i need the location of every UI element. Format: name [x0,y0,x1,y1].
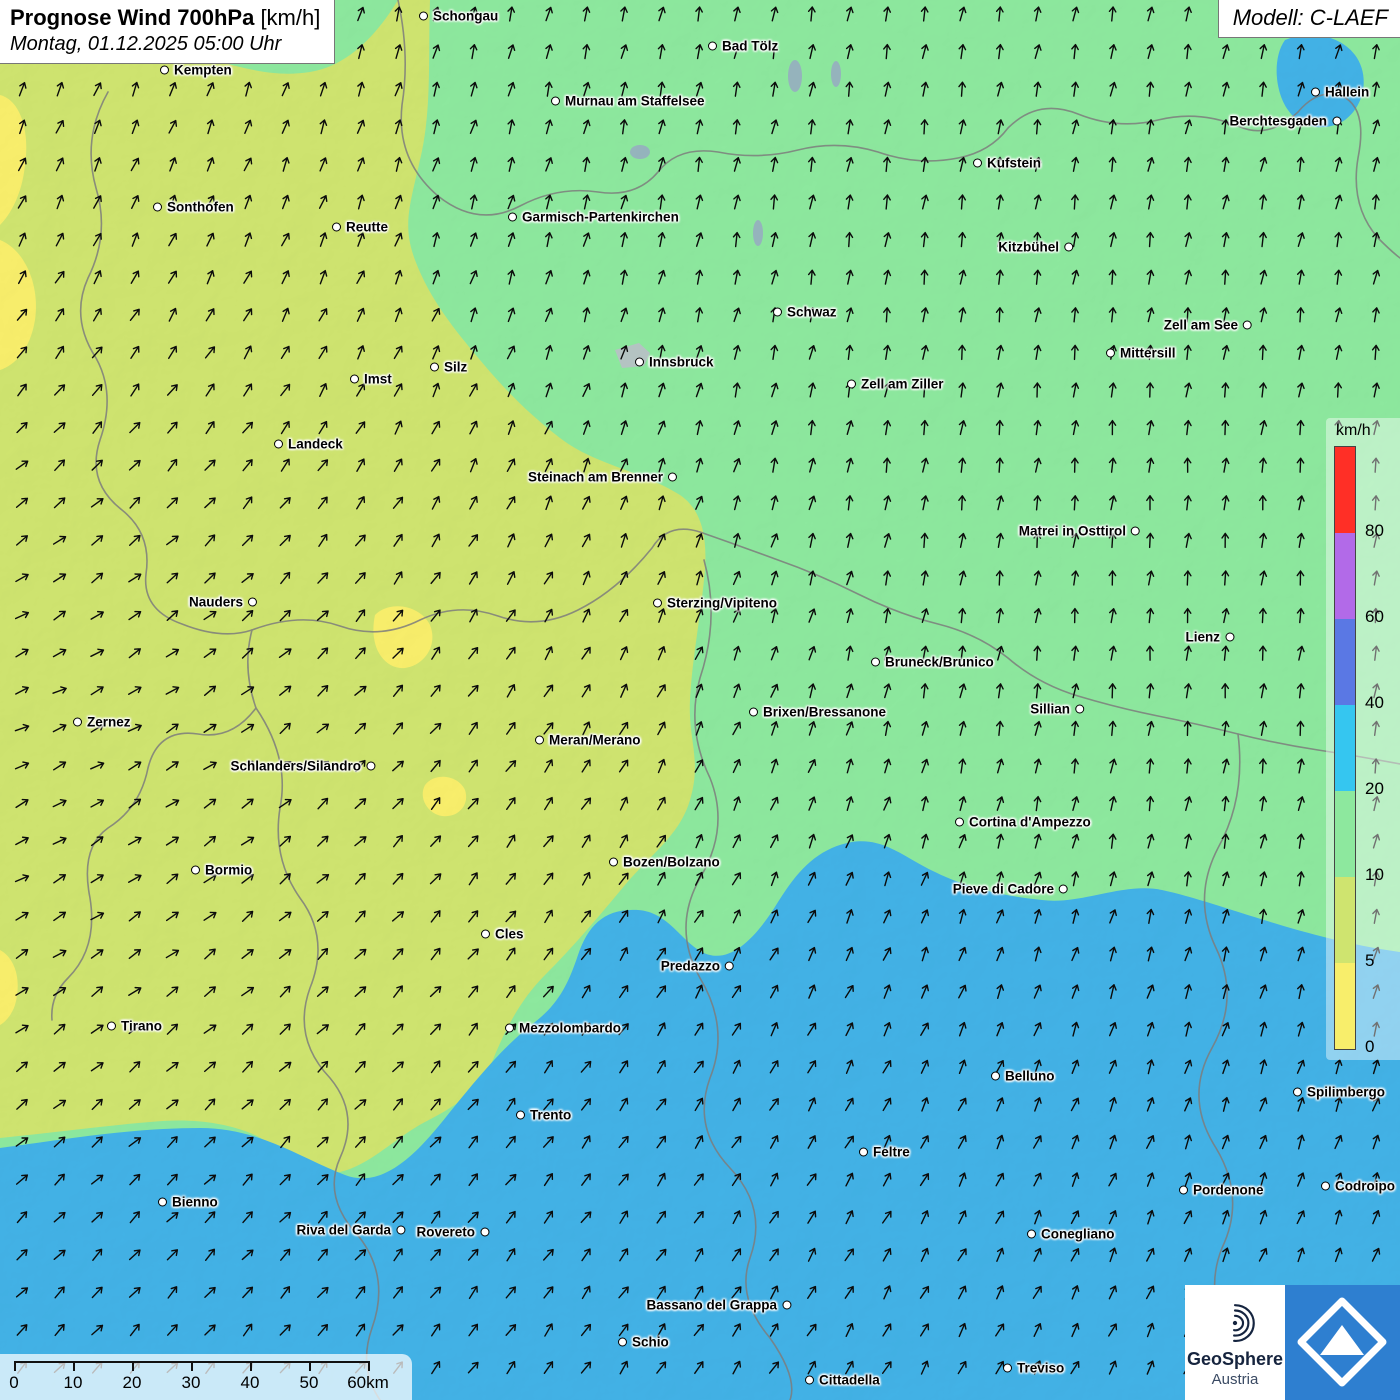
model-label: Modell: C-LAEF [1233,5,1388,30]
scale-tick [73,1361,75,1371]
legend-tick-label: 10 [1365,865,1384,885]
logo-name: GeoSphere [1187,1349,1283,1370]
scale-tick [250,1361,252,1371]
scale-tick-label: 50 [300,1373,319,1393]
geosphere-logo: GeoSphere Austria [1185,1285,1400,1400]
scale-tick-label: 60km [347,1373,389,1393]
map-canvas [0,0,1400,1400]
legend-band [1335,705,1355,791]
scale-tick [368,1361,370,1371]
terrain-relief-overlay [0,0,1400,1400]
geosphere-logo-left: GeoSphere Austria [1185,1285,1285,1400]
legend-tick-label: 80 [1365,521,1384,541]
legend-band [1335,533,1355,619]
scale-tick [191,1361,193,1371]
legend-tick-label: 20 [1365,779,1384,799]
legend-color-bar [1334,446,1356,1050]
wind-forecast-map: SchongauBad TölzKemptenMurnau am Staffel… [0,0,1400,1400]
scale-tick-label: 30 [182,1373,201,1393]
scale-tick [14,1361,16,1371]
legend-tick-label: 0 [1365,1037,1374,1057]
scale-tick [309,1361,311,1371]
legend-body: 806040201050 [1334,446,1400,1050]
geosphere-arrow-tile [1285,1285,1400,1400]
legend-band [1335,791,1355,877]
legend-unit-label: km/h [1336,422,1400,440]
scale-tick-label: 40 [241,1373,260,1393]
scale-tick-label: 10 [64,1373,83,1393]
geosphere-arrow-icon [1285,1285,1400,1400]
legend-tick-label: 40 [1365,693,1384,713]
scale-tick-label: 0 [9,1373,18,1393]
map-title-unit: [km/h] [260,5,320,30]
title-box: Prognose Wind 700hPa [km/h] Montag, 01.1… [0,0,335,64]
legend-band [1335,447,1355,533]
map-title-text: Prognose Wind 700hPa [10,5,254,30]
legend: km/h 80 60 40 20 10 5 0 [1326,418,1400,1060]
legend-tick-label: 60 [1365,607,1384,627]
scale-tick-label: 20 [123,1373,142,1393]
map-title: Prognose Wind 700hPa [km/h] [10,5,320,31]
legend-tick-label: 5 [1365,951,1374,971]
scale-bar: 0 10 20 30 40 50 60km [0,1354,412,1400]
geosphere-swirl-icon [1209,1298,1261,1348]
legend-band [1335,877,1355,963]
scale-tick [132,1361,134,1371]
legend-band [1335,963,1355,1049]
logo-subtitle: Austria [1212,1371,1259,1388]
legend-band [1335,619,1355,705]
valid-datetime: Montag, 01.12.2025 05:00 Uhr [10,33,320,56]
model-box: Modell: C-LAEF [1218,0,1400,38]
